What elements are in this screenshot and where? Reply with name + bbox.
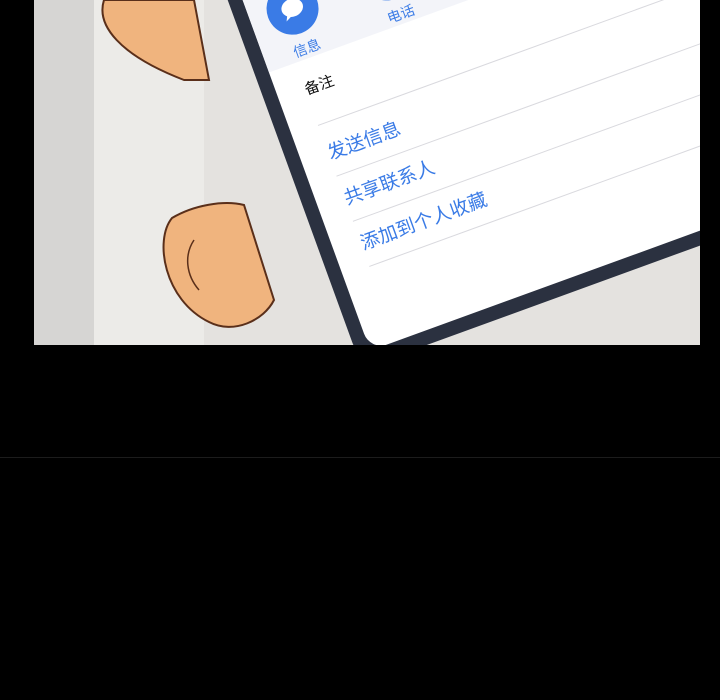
contact-action-bar: 信息 电话 — [201, 0, 675, 73]
panel-separator — [0, 457, 720, 458]
menu-divider — [352, 82, 700, 222]
notes-label: 备注 — [302, 71, 337, 99]
phone-action[interactable]: 电话 — [340, 0, 442, 37]
phone-action-label: 电话 — [385, 2, 418, 28]
video-action[interactable]: 视频 — [434, 0, 536, 3]
message-action-label: 信息 — [291, 36, 324, 62]
send-message-item[interactable]: 发送信息 — [323, 114, 404, 165]
menu-divider — [336, 37, 700, 177]
video-action-label: 视频 — [454, 0, 536, 3]
share-contact-item[interactable]: 共享联系人 — [340, 153, 439, 211]
comic-panel: 信息 电话 备注 发送信息 共享联系人 添加到个人收藏 — [34, 0, 700, 345]
